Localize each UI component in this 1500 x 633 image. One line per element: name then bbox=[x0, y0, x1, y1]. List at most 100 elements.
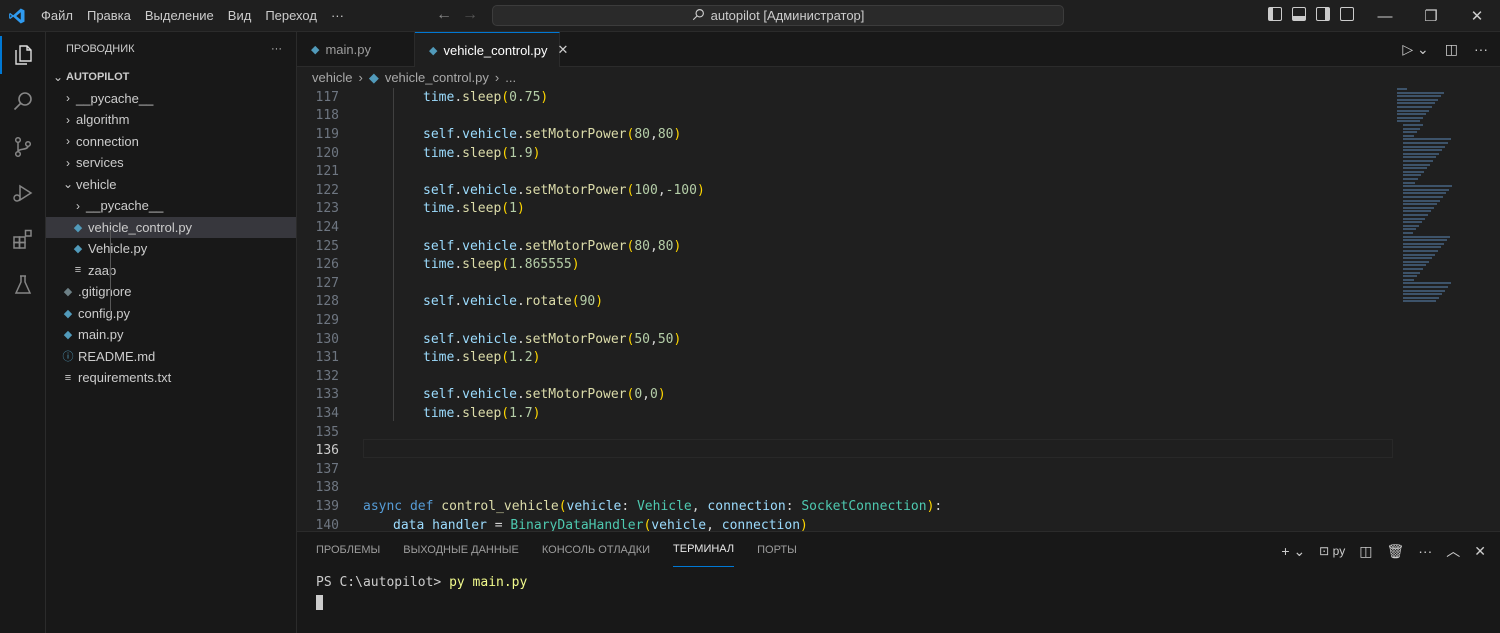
terminal-shell-icon[interactable]: ⊡ py bbox=[1319, 544, 1345, 558]
code-editor[interactable]: 117 time.sleep(0.75) 118 119 self.vehicle.se… bbox=[297, 88, 1500, 531]
testing-flask-icon[interactable] bbox=[0, 262, 46, 308]
line-number: 133 bbox=[315, 387, 339, 403]
code-token: 1.7 bbox=[509, 405, 533, 421]
code-token: self bbox=[423, 182, 455, 198]
extensions-icon[interactable] bbox=[0, 216, 46, 262]
code-token: ) bbox=[571, 257, 580, 273]
tree-item[interactable]: ◆ .gitignore bbox=[46, 281, 296, 303]
panel-tab[interactable]: ПОРТЫ bbox=[757, 532, 797, 567]
search-view-icon[interactable] bbox=[0, 78, 46, 124]
terminal[interactable]: PS C:\autopilot> py main.py bbox=[297, 567, 1500, 610]
editor-tab[interactable]: ◆ main.py bbox=[297, 32, 415, 67]
minimap[interactable] bbox=[1395, 88, 1465, 318]
code-text: self.vehicle.setMotorPower(80,80) bbox=[363, 127, 681, 142]
toggle-secondary-sidebar-icon[interactable] bbox=[1316, 7, 1330, 21]
tree-item[interactable]: › __pycache__ bbox=[46, 88, 296, 110]
code-line: 122 self.vehicle.setMotorPower(100,-100) bbox=[297, 181, 1397, 200]
tree-item[interactable]: › services bbox=[46, 152, 296, 174]
panel-tab[interactable]: ВЫХОДНЫЕ ДАННЫЕ bbox=[403, 532, 519, 567]
maximize-icon[interactable]: ❐ bbox=[1408, 0, 1454, 32]
breadcrumb-file[interactable]: vehicle_control.py bbox=[385, 70, 489, 85]
code-token: vehicle bbox=[462, 387, 517, 403]
command-center[interactable]: autopilot [Администратор] bbox=[492, 5, 1064, 26]
close-panel-icon[interactable]: ✕ bbox=[1474, 543, 1486, 560]
tree-root-label: AUTOPILOT bbox=[66, 70, 130, 83]
tree-item[interactable]: ◆ main.py bbox=[46, 324, 296, 346]
breadcrumb-symbols[interactable]: ... bbox=[505, 70, 516, 85]
tree-item[interactable]: ◆ config.py bbox=[46, 303, 296, 325]
code-token: control_vehicle bbox=[441, 498, 559, 514]
split-editor-icon[interactable]: ◫ bbox=[1445, 41, 1458, 58]
explorer-more-icon[interactable]: ··· bbox=[271, 43, 282, 55]
menu-item[interactable]: Вид bbox=[221, 8, 259, 23]
code-token: 80 bbox=[634, 126, 650, 142]
menu-item[interactable]: Переход bbox=[258, 8, 324, 23]
python-file-icon: ◆ bbox=[63, 307, 73, 320]
close-window-icon[interactable]: ✕ bbox=[1454, 0, 1500, 32]
line-number: 132 bbox=[315, 368, 339, 384]
tree-item[interactable]: › __pycache__ bbox=[46, 195, 296, 217]
editor-tab[interactable]: ◆ vehicle_control.py ✕ bbox=[415, 32, 568, 67]
tree-item[interactable]: ≡ requirements.txt bbox=[46, 367, 296, 389]
code-token: rotate bbox=[524, 294, 572, 310]
more-actions-icon[interactable]: ··· bbox=[1474, 41, 1488, 58]
close-tab-icon[interactable]: ✕ bbox=[558, 42, 569, 58]
code-token: . bbox=[454, 145, 463, 161]
code-line: 126 time.sleep(1.865555) bbox=[297, 255, 1397, 274]
maximize-panel-icon[interactable]: ︿ bbox=[1446, 541, 1460, 561]
tree-item-label: zaap bbox=[88, 262, 117, 278]
code-token: ) bbox=[657, 387, 666, 403]
tree-item[interactable]: ≡ zaap bbox=[46, 260, 296, 282]
code-text: self.vehicle.setMotorPower(50,50) bbox=[363, 332, 681, 347]
code-token: SocketConnection bbox=[801, 498, 927, 514]
minimize-icon[interactable]: — bbox=[1362, 0, 1408, 32]
menu-item[interactable]: Выделение bbox=[138, 8, 221, 23]
python-file-icon: ◆ bbox=[429, 44, 438, 57]
tree-item-label: Vehicle.py bbox=[88, 241, 148, 257]
explorer-icon[interactable] bbox=[0, 32, 46, 78]
toggle-primary-sidebar-icon[interactable] bbox=[1268, 7, 1282, 21]
tree-root[interactable]: ⌄ AUTOPILOT bbox=[46, 66, 296, 88]
code-token: , bbox=[706, 517, 722, 531]
code-token: ) bbox=[673, 238, 682, 254]
tree-item[interactable]: › algorithm bbox=[46, 109, 296, 131]
new-terminal-icon[interactable]: + ⌄ bbox=[1281, 543, 1305, 560]
code-line: 117 time.sleep(0.75) bbox=[297, 88, 1397, 107]
run-debug-icon[interactable] bbox=[0, 170, 46, 216]
line-number: 126 bbox=[315, 257, 339, 273]
source-control-icon[interactable] bbox=[0, 124, 46, 170]
panel-tab[interactable]: КОНСОЛЬ ОТЛАДКИ bbox=[542, 532, 650, 567]
toggle-panel-icon[interactable] bbox=[1292, 7, 1306, 21]
split-terminal-icon[interactable]: ◫ bbox=[1359, 543, 1372, 560]
tree-item[interactable]: ◆ vehicle_control.py bbox=[46, 216, 296, 238]
panel-tab[interactable]: ТЕРМИНАЛ bbox=[673, 532, 735, 567]
panel-tab[interactable]: ПРОБЛЕМЫ bbox=[316, 532, 380, 567]
code-line: 134 time.sleep(1.7) bbox=[297, 404, 1397, 423]
menu-item[interactable]: ··· bbox=[324, 8, 351, 23]
code-token: . bbox=[454, 294, 463, 310]
bottom-panel: ПРОБЛЕМЫ ВЫХОДНЫЕ ДАННЫЕ КОНСОЛЬ ОТЛАДКИ ТЕ… bbox=[297, 531, 1500, 633]
run-python-file-icon[interactable]: ▷ ⌄ bbox=[1402, 41, 1428, 58]
breadcrumb-folder[interactable]: vehicle bbox=[312, 70, 352, 85]
back-arrow-icon[interactable]: ← bbox=[436, 6, 452, 24]
info-file-icon: ⓘ bbox=[62, 351, 74, 364]
code-token: 1.2 bbox=[509, 350, 533, 366]
menu-item[interactable]: Файл bbox=[34, 8, 80, 23]
forward-arrow-icon[interactable]: → bbox=[462, 6, 478, 24]
line-number: 135 bbox=[315, 424, 339, 440]
menu-item[interactable]: Правка bbox=[80, 8, 138, 23]
tree-item[interactable]: ◆ Vehicle.py bbox=[46, 238, 296, 260]
customize-layout-icon[interactable] bbox=[1340, 7, 1354, 21]
chevron-down-icon: ⌄ bbox=[62, 177, 74, 192]
code-token: connection bbox=[721, 517, 801, 531]
tree-item[interactable]: ⓘ README.md bbox=[46, 346, 296, 368]
code-token: 80 bbox=[657, 126, 674, 142]
kill-terminal-icon[interactable]: 🗑 bbox=[1386, 543, 1404, 560]
code-token: time bbox=[423, 145, 455, 161]
code-line: 139 async def control_vehicle(vehicle: Ve… bbox=[297, 497, 1397, 516]
code-token: 90 bbox=[579, 294, 596, 310]
more-icon[interactable]: ··· bbox=[1418, 543, 1432, 559]
code-token: 0 bbox=[650, 387, 658, 403]
tree-item[interactable]: › connection bbox=[46, 131, 296, 153]
tree-item[interactable]: ⌄ vehicle bbox=[46, 174, 296, 196]
